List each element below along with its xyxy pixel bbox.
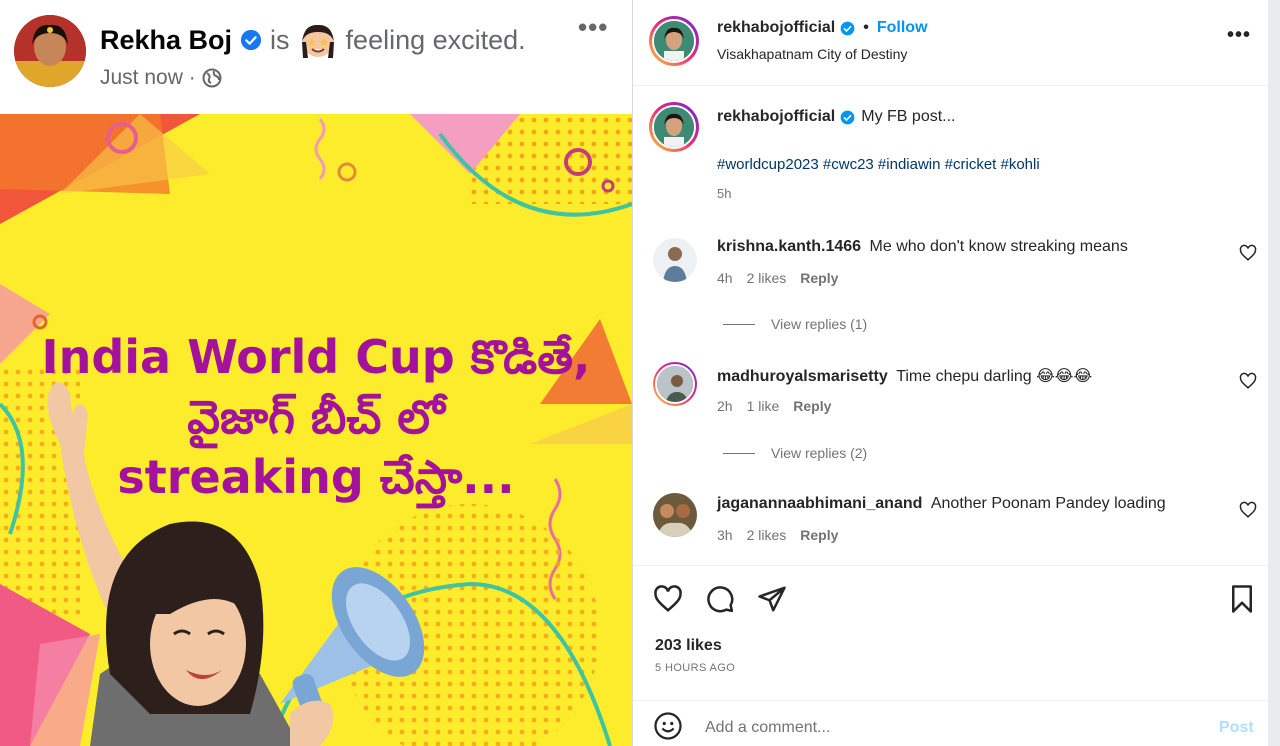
add-comment-bar: Add a comment... Post	[633, 700, 1269, 746]
fb-post-meta: Just now ·	[100, 66, 222, 90]
comment-time: 4h	[717, 270, 733, 286]
comment-bubble-icon[interactable]	[705, 584, 735, 614]
likes-count[interactable]: 203 likes	[655, 637, 722, 655]
replies-divider	[723, 323, 755, 325]
instagram-post-panel: rekhabojofficial • Follow Visakhapatnam …	[632, 0, 1269, 746]
reply-button[interactable]: Reply	[800, 270, 838, 286]
caption-time[interactable]: 5h	[717, 186, 731, 201]
caption-username[interactable]: rekhabojofficial	[717, 108, 835, 126]
fb-image-headline: India World Cup కొడితే, వైజాగ్ బీచ్ లో s…	[0, 334, 632, 514]
view-replies-button[interactable]: View replies (1)	[723, 316, 867, 332]
comment-text: Me who don't know streaking means	[869, 238, 1128, 255]
caption-line: rekhabojofficial My FB post...	[717, 108, 956, 126]
ig-post-header: rekhabojofficial • Follow Visakhapatnam …	[633, 0, 1269, 86]
comment-avatar[interactable]	[653, 362, 697, 406]
comment-likes[interactable]: 1 like	[747, 398, 780, 414]
ig-action-bar	[633, 565, 1269, 635]
ig-location[interactable]: Visakhapatnam City of Destiny	[717, 46, 907, 62]
fb-post-image[interactable]: India World Cup కొడితే, వైజాగ్ బీచ్ లో s…	[0, 114, 632, 746]
view-replies-button[interactable]: View replies (2)	[723, 445, 867, 461]
replies-divider	[723, 452, 755, 454]
heart-icon[interactable]	[1239, 372, 1257, 390]
comment-line: jaganannaabhimani_anand Another Poonam P…	[717, 495, 1166, 513]
reply-button[interactable]: Reply	[800, 527, 838, 543]
comment-likes[interactable]: 2 likes	[747, 270, 787, 286]
window-edge	[1268, 0, 1280, 746]
emoji-smile-icon[interactable]	[653, 711, 683, 741]
comment-line: krishna.kanth.1466 Me who don't know str…	[717, 238, 1128, 256]
caption-hashtags[interactable]: #worldcup2023 #cwc23 #indiawin #cricket …	[717, 156, 1040, 173]
heart-icon[interactable]	[1239, 244, 1257, 262]
star-struck-emoji-icon	[301, 24, 334, 58]
fb-post-header: Rekha Boj is feeling excited. ••• Just n…	[0, 0, 632, 114]
comment-text: Time chepu darling 😂😂😂	[896, 368, 1093, 385]
fb-is-text: is	[270, 24, 290, 55]
facebook-post: Rekha Boj is feeling excited. ••• Just n…	[0, 0, 632, 746]
comment-text: Another Poonam Pandey loading	[930, 495, 1166, 512]
verified-badge-icon	[240, 29, 262, 51]
ig-header-user-line: rekhabojofficial • Follow	[717, 19, 928, 37]
comment-likes[interactable]: 2 likes	[747, 527, 787, 543]
comment-meta: 4h 2 likes Reply	[717, 270, 838, 286]
fb-status-line: Rekha Boj is feeling excited.	[100, 20, 526, 60]
comment-meta: 2h 1 like Reply	[717, 398, 831, 414]
share-send-icon[interactable]	[757, 584, 787, 614]
fb-avatar[interactable]	[14, 15, 86, 87]
comment-line: madhuroyalsmarisetty Time chepu darling …	[717, 366, 1092, 386]
comment-meta: 3h 2 likes Reply	[717, 527, 838, 543]
separator-dot: •	[863, 19, 869, 36]
headline-line-2: వైజాగ్ బీచ్ లో	[187, 390, 445, 444]
comment-avatar[interactable]	[653, 493, 697, 537]
verified-badge-icon	[840, 110, 855, 124]
globe-icon	[202, 68, 222, 88]
bookmark-icon[interactable]	[1227, 584, 1257, 614]
like-heart-icon[interactable]	[653, 584, 683, 614]
headline-line-3: streaking చేస్తా...	[117, 450, 515, 504]
comment-username[interactable]: jaganannaabhimani_anand	[717, 495, 922, 512]
caption-avatar[interactable]	[649, 102, 699, 152]
comment-username[interactable]: madhuroyalsmarisetty	[717, 368, 888, 385]
comment-time: 2h	[717, 398, 733, 414]
view-replies-label[interactable]: View replies (1)	[771, 316, 867, 332]
comment-username[interactable]: krishna.kanth.1466	[717, 238, 861, 255]
caption-text: My FB post...	[861, 108, 956, 125]
ig-header-username[interactable]: rekhabojofficial	[717, 19, 835, 37]
add-comment-input[interactable]: Add a comment...	[705, 719, 830, 737]
fb-timestamp[interactable]: Just now ·	[100, 66, 196, 90]
view-replies-label[interactable]: View replies (2)	[771, 445, 867, 461]
more-horizontal-icon[interactable]: •••	[578, 12, 608, 43]
more-horizontal-icon[interactable]: •••	[1227, 24, 1251, 47]
follow-button[interactable]: Follow	[877, 19, 928, 37]
heart-icon[interactable]	[1239, 501, 1257, 519]
comment-avatar[interactable]	[653, 238, 697, 282]
reply-button[interactable]: Reply	[793, 398, 831, 414]
posted-ago: 5 HOURS AGO	[655, 662, 736, 674]
fb-author-name[interactable]: Rekha Boj	[100, 25, 232, 56]
headline-line-1: India World Cup కొడితే,	[41, 330, 591, 384]
comment-time: 3h	[717, 527, 733, 543]
fb-feeling-text: feeling excited.	[345, 24, 526, 55]
ig-profile-avatar[interactable]	[649, 16, 699, 66]
post-button[interactable]: Post	[1219, 719, 1254, 737]
verified-badge-icon	[840, 21, 855, 35]
